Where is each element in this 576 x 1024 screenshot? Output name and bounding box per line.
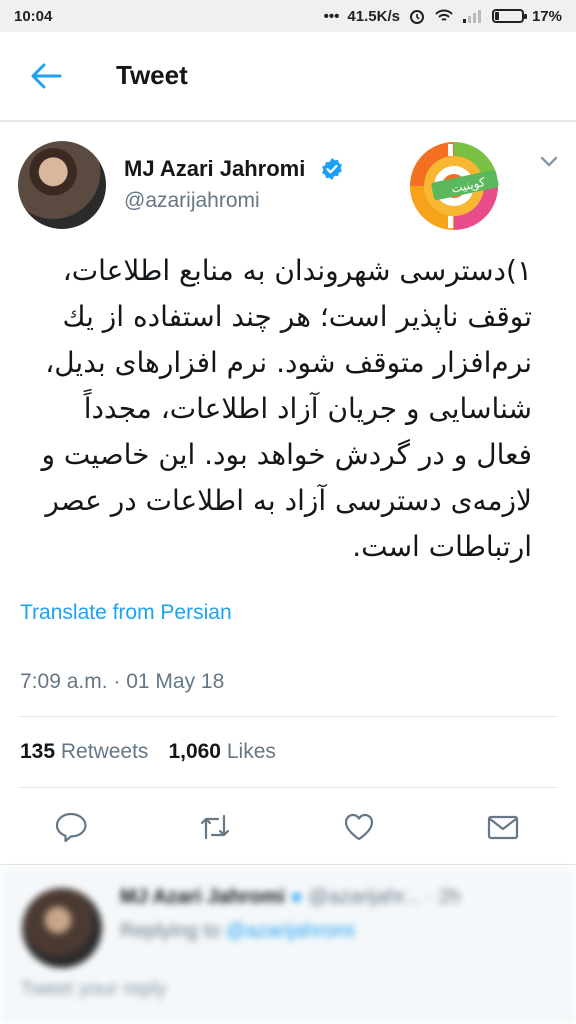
like-icon[interactable] [342, 810, 376, 844]
battery-percent: 17% [531, 7, 562, 25]
retweets-stat[interactable]: 135 Retweets [20, 740, 148, 764]
author-name[interactable]: MJ Azari Jahromi [124, 156, 305, 182]
retweet-icon[interactable] [198, 810, 232, 844]
reply-verified-icon: ● [290, 886, 303, 908]
status-right: ••• 41.5K/s 17% [324, 7, 562, 25]
reply-time: · 2h [426, 886, 461, 908]
replying-to-line: Replying to @azarijahromi [120, 920, 355, 943]
author-avatar[interactable] [18, 141, 106, 229]
reply-author-line: MJ Azari Jahromi ● @azarijahr... · 2h [120, 886, 461, 909]
reply-author-handle: @azarijahr... [308, 886, 421, 908]
reply-avatar [22, 888, 102, 968]
replying-to-handle[interactable]: @azarijahromi [226, 920, 355, 942]
network-speed: 41.5K/s [347, 7, 400, 25]
divider [20, 716, 556, 717]
retweets-count: 135 [20, 740, 56, 763]
likes-stat[interactable]: 1,060 Likes [168, 740, 275, 764]
translate-link[interactable]: Translate from Persian [20, 601, 232, 625]
verified-badge-icon [322, 158, 342, 180]
divider [0, 864, 576, 865]
tweet-text: ۱)دسترسی شهروندان به منابع اطلاعات، توقف… [41, 254, 532, 563]
replying-to-label: Replying to [120, 920, 221, 942]
status-time: 10:04 [14, 7, 53, 25]
watermark-logo: کوینیت [410, 142, 499, 230]
reply-icon[interactable] [54, 810, 88, 844]
divider [20, 787, 556, 788]
chevron-down-icon[interactable] [540, 156, 558, 168]
reply-input[interactable]: Tweet your reply [20, 978, 167, 1001]
signal-icon [462, 10, 481, 23]
tweet-stats: 135 Retweets 1,060 Likes [20, 740, 276, 764]
more-icon: ••• [323, 7, 340, 25]
reply-author-name: MJ Azari Jahromi [120, 886, 285, 908]
battery-icon [491, 9, 527, 23]
action-bar [0, 810, 576, 844]
wifi-icon [435, 9, 453, 21]
alarm-icon [409, 10, 424, 24]
author-handle[interactable]: @azarijahromi [124, 189, 260, 213]
share-icon[interactable] [486, 810, 520, 844]
page-title: Tweet [116, 60, 188, 90]
app-bar: Tweet [0, 32, 576, 122]
reply-composer[interactable]: MJ Azari Jahromi ● @azarijahr... · 2h Re… [0, 868, 576, 1024]
likes-label: Likes [226, 740, 276, 763]
likes-count: 1,060 [168, 740, 221, 763]
status-bar: 10:04 ••• 41.5K/s 17% [0, 0, 576, 32]
retweets-label: Retweets [60, 740, 149, 763]
back-arrow-icon[interactable] [30, 62, 62, 90]
tweet-timestamp: 7:09 a.m. · 01 May 18 [20, 670, 225, 693]
